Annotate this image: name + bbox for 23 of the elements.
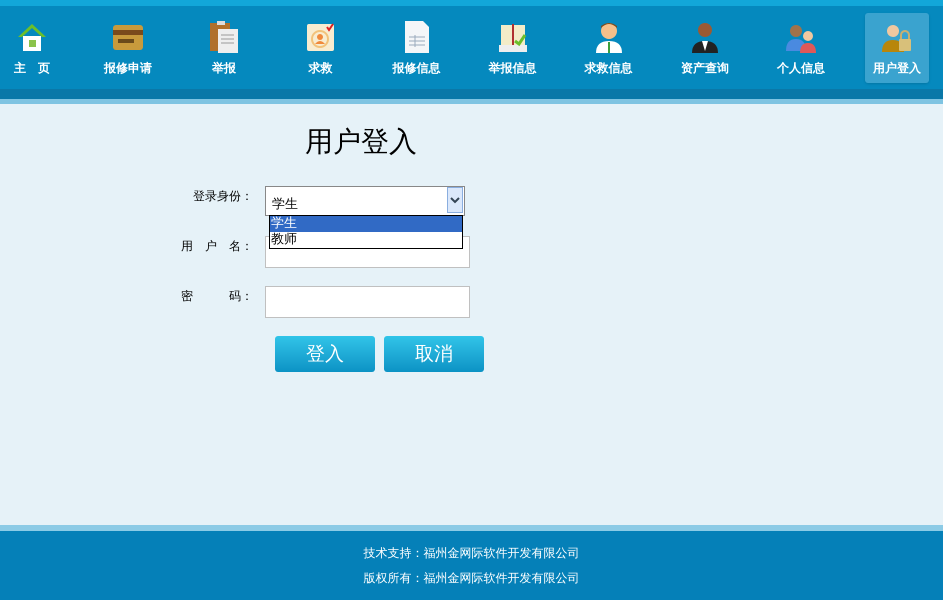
field-label: 登录身份： xyxy=(192,188,254,205)
nav-item[interactable]: 主 页 xyxy=(0,12,64,82)
nav-item[interactable]: 举报 xyxy=(192,12,256,82)
cancel-button[interactable]: 取消 xyxy=(384,336,484,372)
footer-text: 技术支持：福州金网际软件开发有限公司 xyxy=(364,546,580,560)
footer-text: 版权所有：福州金网际软件开发有限公司 xyxy=(364,571,580,585)
nav-item[interactable]: 报修申请 xyxy=(96,12,160,82)
field-label: 用 户 名： xyxy=(180,238,254,255)
nav-item[interactable]: 个人信息 xyxy=(768,12,833,82)
role-select[interactable]: 学生 xyxy=(265,186,465,216)
nav-item[interactable]: 求救 xyxy=(288,12,352,82)
page-title: 用户登入 xyxy=(305,128,417,156)
dropdown-caret-icon[interactable] xyxy=(447,187,463,213)
password-field[interactable] xyxy=(265,286,470,318)
nav-item[interactable]: 求救信息 xyxy=(576,12,641,82)
dropdown-option[interactable]: 学生 xyxy=(270,216,462,232)
nav-item[interactable]: 用户登入 xyxy=(864,12,929,82)
nav-item[interactable]: 资产查询 xyxy=(672,12,737,82)
nav-item[interactable]: 举报信息 xyxy=(480,12,545,82)
nav-item[interactable]: 报修信息 xyxy=(384,12,448,82)
field-label: 密 码： xyxy=(180,288,254,305)
login-button[interactable]: 登入 xyxy=(275,336,375,372)
dropdown-option[interactable]: 教师 xyxy=(270,232,462,248)
